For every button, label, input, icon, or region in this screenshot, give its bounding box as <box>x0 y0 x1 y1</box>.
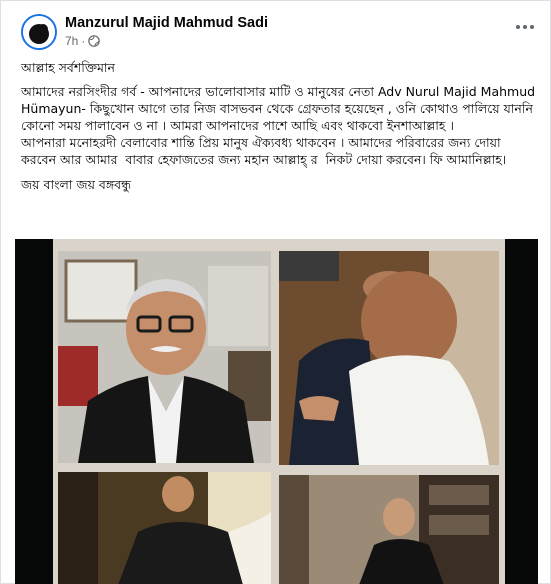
post-text: আল্লাহ সর্বশক্তিমান আমাদের নরসিংদীর গর্ব… <box>21 59 536 193</box>
author-name[interactable]: Manzurul Majid Mahmud Sadi <box>65 15 268 31</box>
facebook-post: Manzurul Majid Mahmud Sadi 7h · আল্লাহ স… <box>0 0 551 584</box>
globe-icon <box>88 35 101 47</box>
photo-speech[interactable] <box>58 472 271 584</box>
post-meta: 7h · <box>65 34 101 48</box>
author-avatar[interactable] <box>21 14 57 50</box>
photo-portrait[interactable] <box>58 251 271 463</box>
post-time[interactable]: 7h <box>65 34 78 48</box>
post-body: আমাদের নরসিংদীর গর্ব - আপনাদের ভালোবাসার… <box>21 84 536 167</box>
photo-office[interactable] <box>279 475 499 584</box>
photo-hug[interactable] <box>279 251 499 465</box>
post-slogan: জয় বাংলা জয় বঙ্গবন্ধু <box>21 177 132 192</box>
avatar-image <box>23 16 55 48</box>
post-greeting: আল্লাহ সর্বশক্তিমান <box>21 60 115 75</box>
more-options-icon[interactable] <box>509 14 541 40</box>
meta-separator: · <box>81 34 86 48</box>
photo-collage[interactable] <box>53 239 505 584</box>
post-header: Manzurul Majid Mahmud Sadi 7h · <box>21 14 541 50</box>
post-media[interactable] <box>15 239 538 584</box>
